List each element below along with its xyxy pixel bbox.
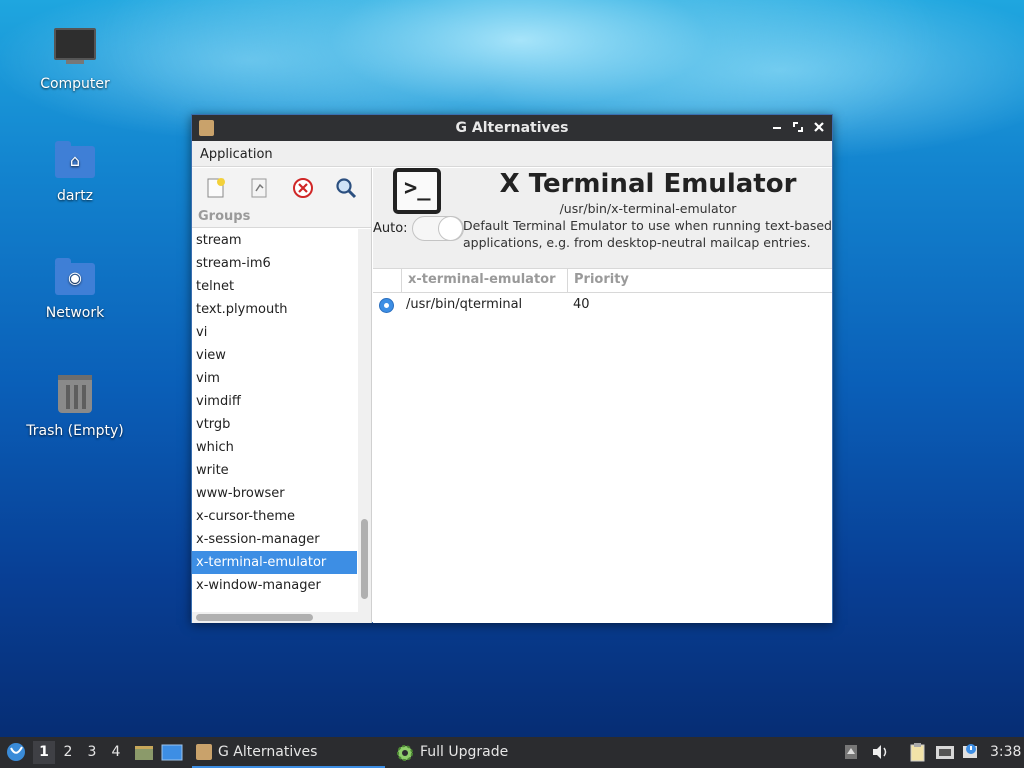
column-header-alternative[interactable]: x-terminal-emulator bbox=[408, 272, 556, 287]
galternatives-window: G Alternatives Application Groups stream… bbox=[191, 114, 833, 623]
list-item[interactable]: vtrgb bbox=[192, 413, 357, 436]
task-galternatives[interactable]: G Alternatives bbox=[192, 737, 385, 768]
close-button[interactable] bbox=[810, 118, 828, 136]
table-row[interactable]: /usr/bin/qterminal 40 bbox=[373, 294, 832, 318]
show-desktop-launcher[interactable] bbox=[160, 737, 184, 768]
taskbar: 1 2 3 4 G Alternatives Full Upgrade 3:38 bbox=[0, 737, 1024, 768]
list-item[interactable]: which bbox=[192, 436, 357, 459]
find-button[interactable] bbox=[334, 176, 358, 200]
start-menu-button[interactable] bbox=[4, 737, 28, 768]
clock[interactable]: 3:38 bbox=[990, 737, 1021, 768]
properties-button[interactable] bbox=[247, 176, 271, 200]
option-radio[interactable] bbox=[379, 298, 394, 313]
update-notification-icon bbox=[963, 744, 977, 758]
groups-pane: Groups stream stream-im6 telnet text.ply… bbox=[192, 168, 372, 623]
volume-control[interactable] bbox=[870, 737, 890, 768]
workspace-2[interactable]: 2 bbox=[57, 741, 79, 764]
task-label: Full Upgrade bbox=[420, 744, 509, 760]
network-wired-icon bbox=[936, 746, 954, 759]
clipboard-tray[interactable] bbox=[907, 737, 927, 768]
desktop-icon-label: Network bbox=[45, 305, 105, 321]
toggle-knob bbox=[438, 216, 463, 241]
desktop-icon bbox=[161, 744, 183, 761]
toolbar bbox=[192, 168, 371, 208]
menu-application[interactable]: Application bbox=[200, 147, 273, 162]
volume-icon bbox=[873, 745, 887, 759]
menubar: Application bbox=[192, 141, 832, 167]
scrollbar-thumb[interactable] bbox=[361, 519, 368, 599]
clipboard-icon bbox=[910, 743, 925, 762]
up-arrow-icon bbox=[845, 745, 857, 759]
groups-list: stream stream-im6 telnet text.plymouth v… bbox=[192, 229, 357, 614]
minimize-button[interactable] bbox=[768, 118, 786, 136]
desktop-icon-label: Trash (Empty) bbox=[26, 423, 124, 439]
task-full-upgrade[interactable]: Full Upgrade bbox=[392, 737, 585, 768]
alternative-description: Default Terminal Emulator to use when ru… bbox=[463, 218, 832, 250]
desktop-icon-network[interactable]: ◉ Network bbox=[20, 257, 130, 321]
list-item[interactable]: write bbox=[192, 459, 357, 482]
search-icon bbox=[336, 178, 357, 199]
gear-icon bbox=[396, 743, 414, 761]
tray-up-arrow[interactable] bbox=[843, 737, 859, 768]
auto-toggle[interactable] bbox=[412, 216, 464, 241]
network-folder-icon: ◉ bbox=[53, 257, 97, 301]
desktop-icon-computer[interactable]: Computer bbox=[20, 24, 130, 92]
workspace-4[interactable]: 4 bbox=[105, 741, 127, 764]
galternatives-app-icon bbox=[196, 744, 212, 760]
home-folder-icon: ⌂ bbox=[53, 140, 97, 184]
desktop-icon-trash[interactable]: Trash (Empty) bbox=[20, 373, 130, 439]
computer-icon bbox=[53, 28, 97, 72]
alternative-link-path: /usr/bin/x-terminal-emulator bbox=[559, 201, 737, 216]
minimize-icon bbox=[773, 127, 781, 129]
add-button[interactable] bbox=[204, 176, 228, 200]
remove-icon bbox=[293, 178, 313, 198]
groups-column-header: Groups bbox=[192, 208, 371, 228]
alternative-header: >_ X Terminal Emulator /usr/bin/x-termin… bbox=[373, 168, 832, 268]
desktop-icon-home[interactable]: ⌂ dartz bbox=[20, 140, 130, 204]
new-file-icon bbox=[207, 178, 225, 198]
notification-tray[interactable] bbox=[961, 737, 981, 768]
list-item[interactable]: view bbox=[192, 344, 357, 367]
option-path: /usr/bin/qterminal bbox=[406, 297, 523, 312]
list-item[interactable]: x-window-manager bbox=[192, 574, 357, 597]
details-pane: >_ X Terminal Emulator /usr/bin/x-termin… bbox=[373, 168, 832, 623]
option-priority: 40 bbox=[573, 297, 590, 312]
list-item[interactable]: vim bbox=[192, 367, 357, 390]
workspace-1[interactable]: 1 bbox=[33, 741, 55, 764]
list-item-selected[interactable]: x-terminal-emulator bbox=[192, 551, 357, 574]
trash-icon bbox=[53, 375, 97, 419]
maximize-button[interactable] bbox=[789, 118, 807, 136]
auto-label: Auto: bbox=[373, 221, 408, 236]
list-item[interactable]: stream bbox=[192, 229, 357, 252]
file-manager-launcher[interactable] bbox=[133, 737, 155, 768]
column-header-priority[interactable]: Priority bbox=[574, 272, 629, 287]
list-item[interactable]: x-cursor-theme bbox=[192, 505, 357, 528]
document-properties-icon bbox=[251, 178, 267, 198]
groups-horizontal-scrollbar[interactable] bbox=[192, 612, 371, 623]
window-titlebar[interactable]: G Alternatives bbox=[192, 115, 832, 141]
window-title: G Alternatives bbox=[455, 120, 569, 136]
groups-vertical-scrollbar[interactable] bbox=[358, 229, 371, 614]
list-item[interactable]: text.plymouth bbox=[192, 298, 357, 321]
maximize-icon bbox=[793, 122, 803, 132]
close-icon bbox=[814, 122, 824, 132]
alternative-title: X Terminal Emulator bbox=[499, 169, 797, 199]
list-item[interactable]: stream-im6 bbox=[192, 252, 357, 275]
file-manager-icon bbox=[135, 746, 153, 760]
desktop-icon-label: Computer bbox=[40, 76, 110, 92]
lubuntu-logo-icon bbox=[7, 743, 25, 761]
desktop-icon-label: dartz bbox=[56, 188, 94, 204]
workspace-3[interactable]: 3 bbox=[81, 741, 103, 764]
list-item[interactable]: www-browser bbox=[192, 482, 357, 505]
options-table-header: x-terminal-emulator Priority bbox=[373, 268, 832, 293]
scrollbar-thumb[interactable] bbox=[196, 614, 313, 621]
list-item[interactable]: telnet bbox=[192, 275, 357, 298]
list-item[interactable]: vimdiff bbox=[192, 390, 357, 413]
terminal-icon: >_ bbox=[393, 168, 441, 214]
task-label: G Alternatives bbox=[218, 744, 318, 760]
list-item[interactable]: x-session-manager bbox=[192, 528, 357, 551]
network-tray[interactable] bbox=[934, 737, 956, 768]
list-item[interactable]: vi bbox=[192, 321, 357, 344]
remove-button[interactable] bbox=[291, 176, 315, 200]
